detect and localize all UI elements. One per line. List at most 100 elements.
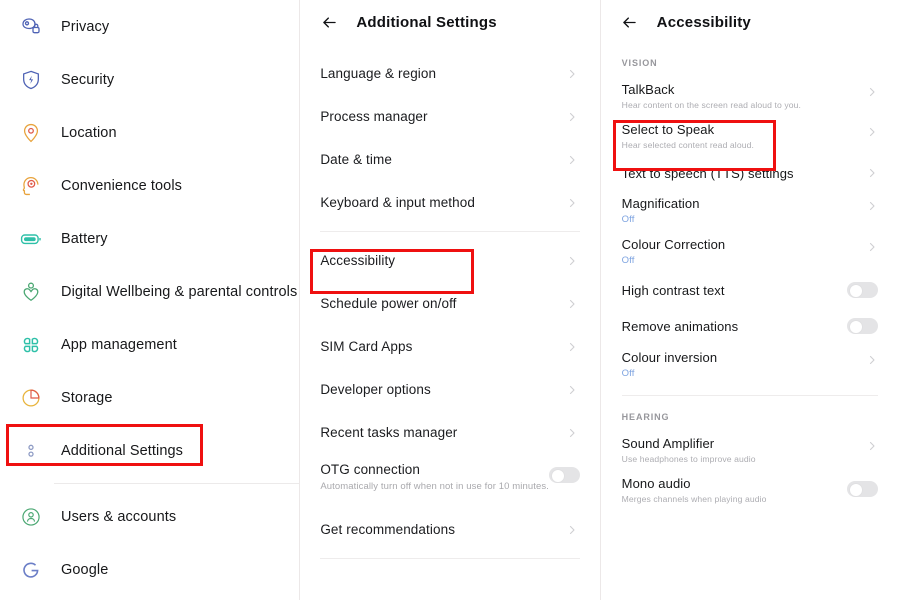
chevron-right-icon <box>566 384 578 396</box>
sidebar-item-label: Privacy <box>61 18 110 35</box>
chevron-right-icon <box>866 241 878 253</box>
section-divider <box>621 395 878 396</box>
sidebar-item-storage[interactable]: Storage <box>0 371 299 424</box>
list-item-label: Process manager <box>320 109 428 124</box>
sidebar-item-location[interactable]: Location <box>0 106 299 159</box>
sidebar-item-digital-wellbeing[interactable]: Digital Wellbeing & parental controls <box>0 265 299 318</box>
user-account-icon <box>18 504 44 530</box>
list-item-label: High contrast text <box>621 282 725 298</box>
list-item-get-recommendations[interactable]: Get recommendations <box>300 508 599 551</box>
sidebar-item-users-accounts[interactable]: Users & accounts <box>0 490 299 543</box>
sidebar-item-label: Location <box>61 124 117 141</box>
remove-animations-toggle[interactable] <box>846 318 878 334</box>
chevron-right-icon <box>566 341 578 353</box>
sidebar-item-security[interactable]: Security <box>0 53 299 106</box>
list-item-status: Off <box>621 368 635 379</box>
settings-sidebar-panel: Privacy Security Location Convenience to… <box>0 0 300 600</box>
list-item-subtitle: Hear content on the screen read aloud to… <box>621 100 802 110</box>
sidebar-item-label: Security <box>61 71 115 88</box>
chevron-right-icon <box>866 86 878 98</box>
chevron-right-icon <box>866 167 878 179</box>
list-item-status: Off <box>621 214 635 225</box>
sidebar-item-privacy[interactable]: Privacy <box>0 0 299 53</box>
list-item-select-to-speak[interactable]: Select to Speak Hear selected content re… <box>601 116 900 156</box>
settings-screen: Privacy Security Location Convenience to… <box>0 0 900 600</box>
privacy-icon <box>18 14 44 40</box>
list-item-subtitle: Automatically turn off when not in use f… <box>320 481 549 492</box>
list-item-high-contrast-text[interactable]: High contrast text <box>601 272 900 308</box>
list-item-recent-tasks-manager[interactable]: Recent tasks manager <box>300 411 599 454</box>
list-item-label: Schedule power on/off <box>320 296 457 311</box>
sidebar-item-label: Digital Wellbeing & parental controls <box>61 283 298 300</box>
list-item-talkback[interactable]: TalkBack Hear content on the screen read… <box>601 76 900 116</box>
sidebar-item-label: Storage <box>61 389 113 406</box>
list-item-colour-inversion[interactable]: Colour inversion Off <box>601 344 900 385</box>
list-item-label: Accessibility <box>320 253 396 268</box>
list-item-label: Colour inversion <box>621 350 718 365</box>
list-item-text: TalkBack Hear content on the screen read… <box>622 82 801 110</box>
section-heading-hearing: HEARING <box>621 412 670 422</box>
list-item-label: Date & time <box>320 152 392 167</box>
list-item-label: Language & region <box>320 66 437 81</box>
otg-connection-toggle[interactable] <box>548 467 580 483</box>
high-contrast-text-toggle[interactable] <box>846 282 878 298</box>
chevron-right-icon <box>566 154 578 166</box>
list-item-label: Recent tasks manager <box>320 425 458 440</box>
list-item-accessibility[interactable]: Accessibility <box>300 239 599 282</box>
more-dots-icon <box>18 438 44 464</box>
list-item-text: Colour inversion Off <box>622 350 718 379</box>
sidebar-item-additional-settings[interactable]: Additional Settings <box>0 424 299 477</box>
list-item-subtitle: Hear selected content read aloud. <box>621 140 754 150</box>
additional-settings-header: Additional Settings <box>300 0 599 44</box>
list-item-sim-card-apps[interactable]: SIM Card Apps <box>300 325 599 368</box>
sidebar-item-label: Additional Settings <box>61 442 184 459</box>
sidebar-item-label: Convenience tools <box>61 177 182 194</box>
additional-settings-panel: Additional Settings Language & region Pr… <box>300 0 600 600</box>
list-item-otg-connection[interactable]: OTG connection Automatically turn off wh… <box>300 454 599 508</box>
list-item-keyboard-input-method[interactable]: Keyboard & input method <box>300 181 599 224</box>
list-item-label: Get recommendations <box>320 522 456 537</box>
list-item-magnification[interactable]: Magnification Off <box>601 190 900 231</box>
sidebar-item-battery[interactable]: Battery <box>0 212 299 265</box>
list-item-text: Magnification Off <box>622 196 700 225</box>
chevron-right-icon <box>566 255 578 267</box>
list-item-date-time[interactable]: Date & time <box>300 138 599 181</box>
list-item-schedule-power-on-off[interactable]: Schedule power on/off <box>300 282 599 325</box>
list-item-label: OTG connection <box>320 462 421 477</box>
chevron-right-icon <box>566 427 578 439</box>
google-g-icon <box>18 557 44 583</box>
wellbeing-heart-icon <box>18 279 44 305</box>
list-item-process-manager[interactable]: Process manager <box>300 95 599 138</box>
storage-pie-icon <box>18 385 44 411</box>
chevron-right-icon <box>566 298 578 310</box>
list-item-sound-amplifier[interactable]: Sound Amplifier Use headphones to improv… <box>601 430 900 470</box>
list-item-subtitle: Use headphones to improve audio <box>621 454 756 464</box>
list-item-text: Sound Amplifier Use headphones to improv… <box>622 436 756 464</box>
list-item-text: Mono audio Merges channels when playing … <box>622 476 767 504</box>
back-arrow-icon[interactable] <box>619 11 641 33</box>
back-arrow-icon[interactable] <box>318 11 340 33</box>
list-item-remove-animations[interactable]: Remove animations <box>601 308 900 344</box>
list-item-status: Off <box>621 255 635 266</box>
list-item-text: Select to Speak Hear selected content re… <box>622 122 754 150</box>
chevron-right-icon <box>866 200 878 212</box>
list-item-developer-options[interactable]: Developer options <box>300 368 599 411</box>
sidebar-item-google[interactable]: Google <box>0 543 299 596</box>
chevron-right-icon <box>566 111 578 123</box>
sidebar-list: Privacy Security Location Convenience to… <box>0 0 300 596</box>
list-item-language-region[interactable]: Language & region <box>300 52 599 95</box>
list-item-colour-correction[interactable]: Colour Correction Off <box>601 231 900 272</box>
sidebar-item-app-management[interactable]: App management <box>0 318 299 371</box>
section-heading-vision: VISION <box>621 58 658 68</box>
list-item-label: TalkBack <box>621 82 675 97</box>
list-item-mono-audio[interactable]: Mono audio Merges channels when playing … <box>601 470 900 510</box>
list-item-label: Mono audio <box>621 476 691 491</box>
mono-audio-toggle[interactable] <box>846 481 878 497</box>
accessibility-header: Accessibility <box>601 0 900 44</box>
list-item-tts-settings[interactable]: Text to speech (TTS) settings <box>601 156 900 190</box>
location-pin-icon <box>18 120 44 146</box>
sidebar-item-convenience-tools[interactable]: Convenience tools <box>0 159 299 212</box>
chevron-right-icon <box>866 440 878 452</box>
list-item-label: Remove animations <box>621 318 739 334</box>
list-divider-bottom <box>320 558 580 559</box>
